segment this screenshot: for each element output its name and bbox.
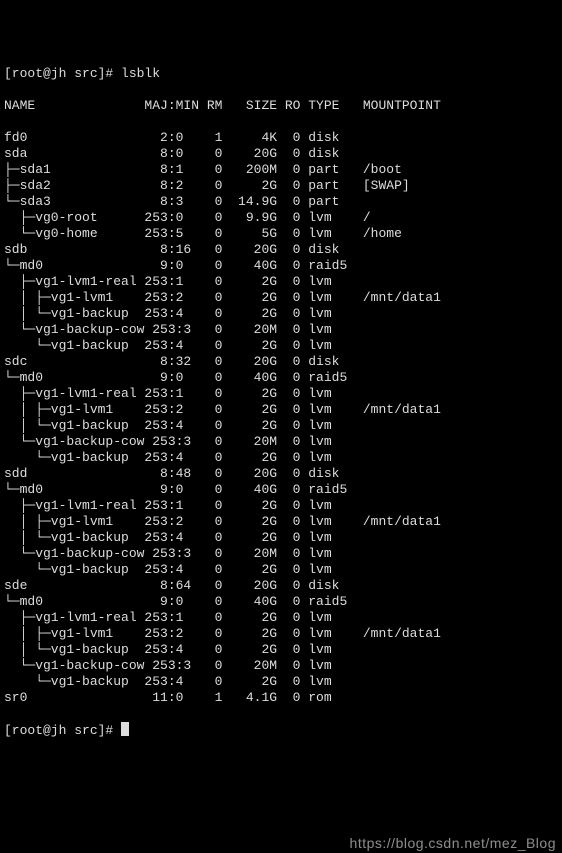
lsblk-row: ├─vg0-root 253:0 0 9.9G 0 lvm / [4, 210, 558, 226]
lsblk-row: ├─vg1-lvm1-real 253:1 0 2G 0 lvm [4, 610, 558, 626]
lsblk-row: └─vg0-home 253:5 0 5G 0 lvm /home [4, 226, 558, 242]
lsblk-row: │ └─vg1-backup 253:4 0 2G 0 lvm [4, 642, 558, 658]
lsblk-row: │ ├─vg1-lvm1 253:2 0 2G 0 lvm /mnt/data1 [4, 626, 558, 642]
lsblk-row: ├─vg1-lvm1-real 253:1 0 2G 0 lvm [4, 386, 558, 402]
lsblk-output: fd0 2:0 1 4K 0 disksda 8:0 0 20G 0 disk├… [4, 130, 558, 706]
lsblk-row: │ └─vg1-backup 253:4 0 2G 0 lvm [4, 418, 558, 434]
lsblk-row: └─vg1-backup 253:4 0 2G 0 lvm [4, 338, 558, 354]
lsblk-row: └─vg1-backup-cow 253:3 0 20M 0 lvm [4, 546, 558, 562]
lsblk-row: └─md0 9:0 0 40G 0 raid5 [4, 258, 558, 274]
cursor [121, 722, 129, 736]
lsblk-row: └─sda3 8:3 0 14.9G 0 part [4, 194, 558, 210]
lsblk-row: └─vg1-backup-cow 253:3 0 20M 0 lvm [4, 322, 558, 338]
lsblk-row: sr0 11:0 1 4.1G 0 rom [4, 690, 558, 706]
lsblk-row: └─vg1-backup-cow 253:3 0 20M 0 lvm [4, 658, 558, 674]
lsblk-row: │ └─vg1-backup 253:4 0 2G 0 lvm [4, 306, 558, 322]
lsblk-row: ├─vg1-lvm1-real 253:1 0 2G 0 lvm [4, 274, 558, 290]
lsblk-row: ├─vg1-lvm1-real 253:1 0 2G 0 lvm [4, 498, 558, 514]
watermark-text: https://blog.csdn.net/mez_Blog [350, 835, 556, 851]
lsblk-row: │ ├─vg1-lvm1 253:2 0 2G 0 lvm /mnt/data1 [4, 514, 558, 530]
lsblk-row: fd0 2:0 1 4K 0 disk [4, 130, 558, 146]
lsblk-row: └─vg1-backup 253:4 0 2G 0 lvm [4, 450, 558, 466]
lsblk-row: └─vg1-backup 253:4 0 2G 0 lvm [4, 674, 558, 690]
lsblk-row: └─md0 9:0 0 40G 0 raid5 [4, 594, 558, 610]
lsblk-row: sde 8:64 0 20G 0 disk [4, 578, 558, 594]
lsblk-row: sdc 8:32 0 20G 0 disk [4, 354, 558, 370]
lsblk-row: sda 8:0 0 20G 0 disk [4, 146, 558, 162]
lsblk-row: │ └─vg1-backup 253:4 0 2G 0 lvm [4, 530, 558, 546]
lsblk-row: └─vg1-backup 253:4 0 2G 0 lvm [4, 562, 558, 578]
prompt-text: [root@jh src]# [4, 723, 121, 738]
prompt-line-2[interactable]: [root@jh src]# [4, 722, 558, 739]
lsblk-row: ├─sda1 8:1 0 200M 0 part /boot [4, 162, 558, 178]
lsblk-row: │ ├─vg1-lvm1 253:2 0 2G 0 lvm /mnt/data1 [4, 402, 558, 418]
lsblk-row: └─vg1-backup-cow 253:3 0 20M 0 lvm [4, 434, 558, 450]
lsblk-row: └─md0 9:0 0 40G 0 raid5 [4, 482, 558, 498]
lsblk-row: └─md0 9:0 0 40G 0 raid5 [4, 370, 558, 386]
lsblk-row: ├─sda2 8:2 0 2G 0 part [SWAP] [4, 178, 558, 194]
lsblk-row: sdb 8:16 0 20G 0 disk [4, 242, 558, 258]
prompt-line-1: [root@jh src]# lsblk [4, 66, 558, 82]
lsblk-header: NAME MAJ:MIN RM SIZE RO TYPE MOUNTPOINT [4, 98, 558, 114]
lsblk-row: │ ├─vg1-lvm1 253:2 0 2G 0 lvm /mnt/data1 [4, 290, 558, 306]
lsblk-row: sdd 8:48 0 20G 0 disk [4, 466, 558, 482]
